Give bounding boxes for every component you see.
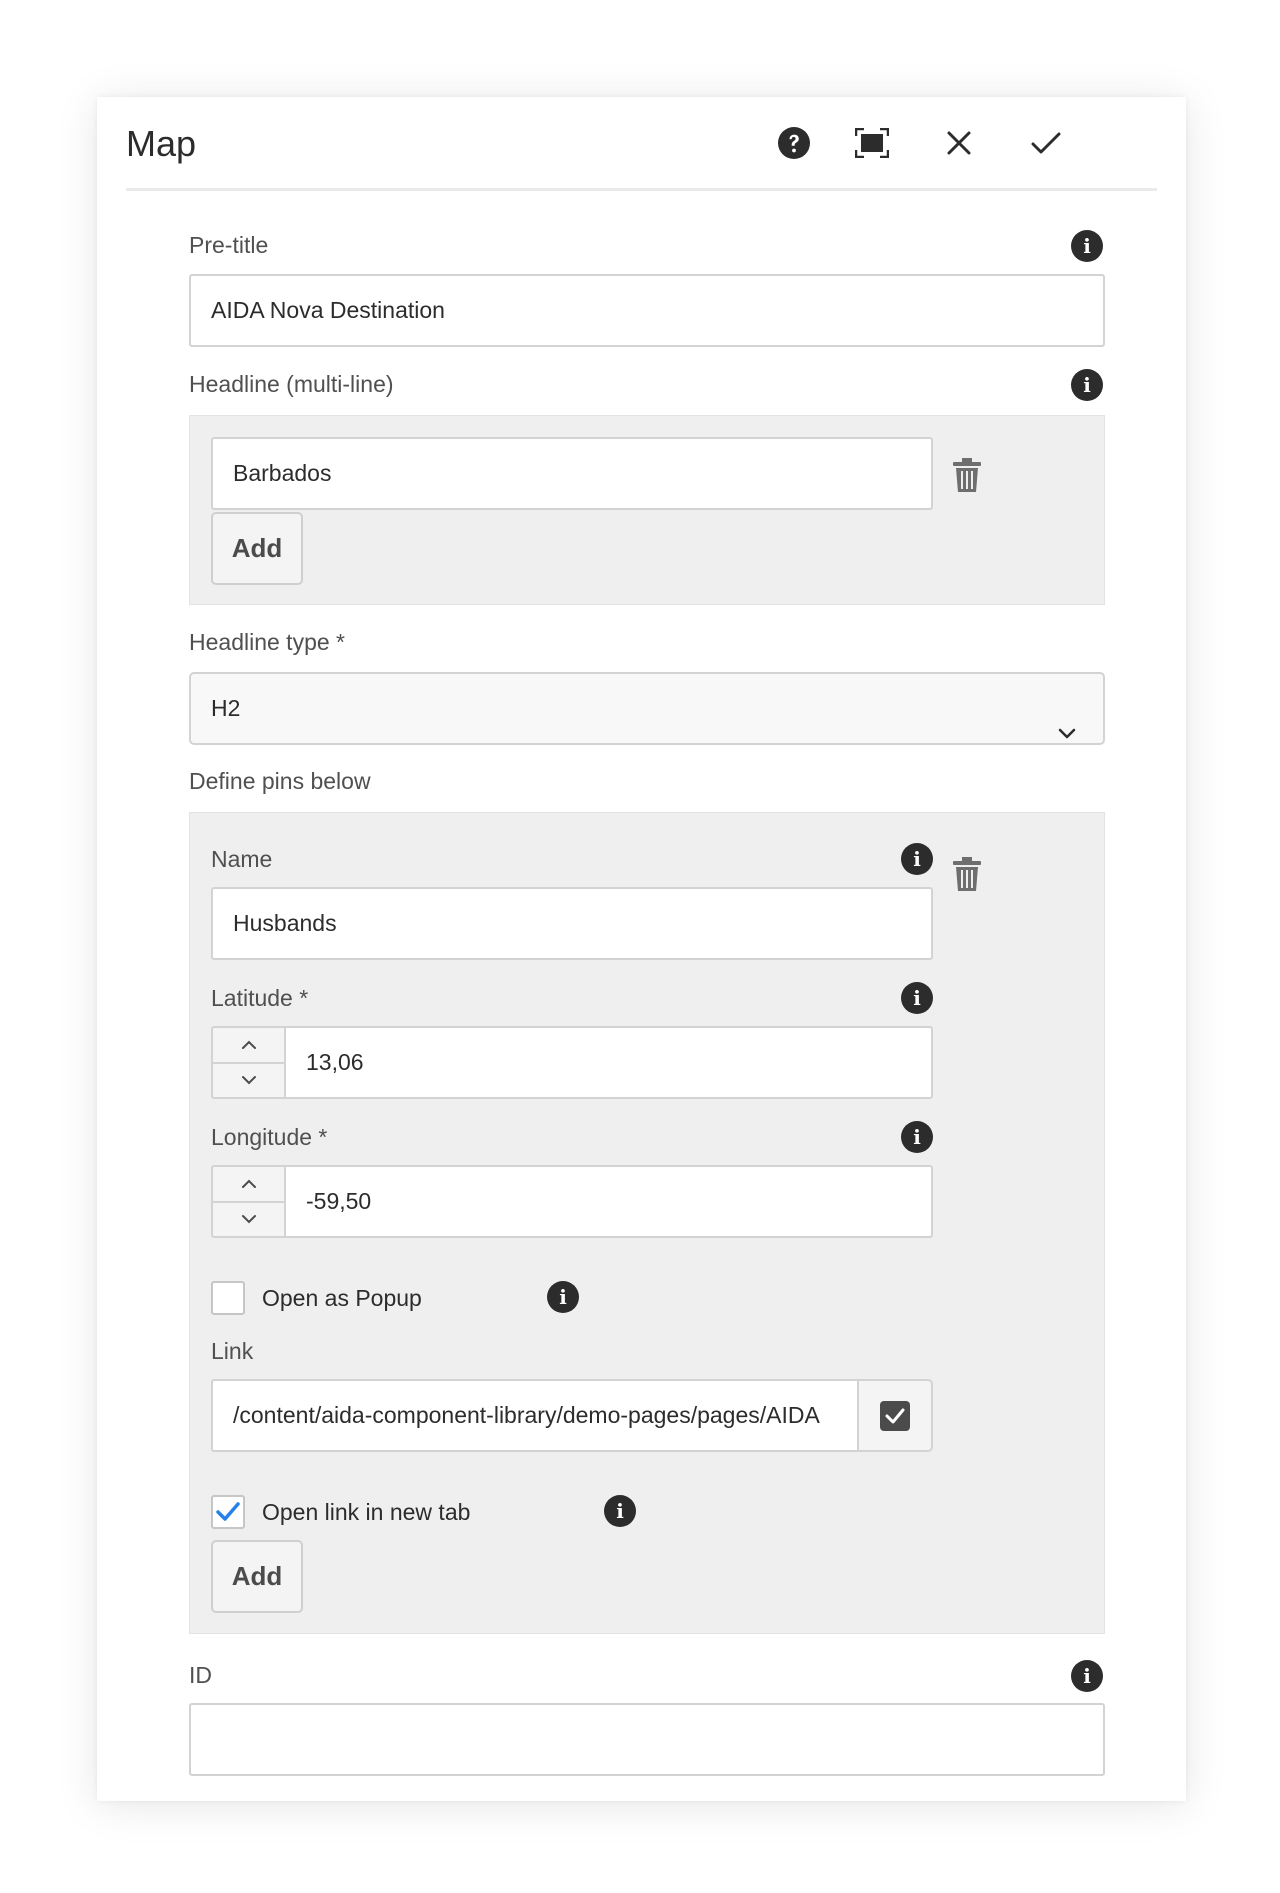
longitude-input[interactable]: -59,50 [284, 1165, 933, 1238]
chevron-down-icon[interactable] [213, 1062, 284, 1096]
chevron-up-icon[interactable] [213, 1028, 284, 1062]
headline-label: Headline (multi-line) [189, 371, 394, 397]
dialog-header: Map [126, 97, 1157, 191]
pin-name-input[interactable]: Husbands [211, 887, 933, 960]
longitude-stepper [211, 1165, 284, 1238]
checkbox-checked-icon [880, 1400, 910, 1431]
chevron-down-icon [1057, 698, 1077, 767]
help-icon[interactable] [774, 123, 814, 163]
close-icon[interactable] [939, 123, 979, 163]
popup-info-icon[interactable]: i [547, 1281, 579, 1313]
headline-info-icon[interactable]: i [1071, 369, 1103, 401]
latitude-info-icon[interactable]: i [901, 982, 933, 1014]
popup-checkbox[interactable] [211, 1281, 245, 1315]
longitude-label: Longitude * [211, 1124, 328, 1150]
longitude-info-icon[interactable]: i [901, 1121, 933, 1153]
headline-delete-icon[interactable] [950, 456, 984, 496]
headline-type-label: Headline type * [189, 629, 345, 655]
checkmark-icon[interactable] [1026, 123, 1066, 163]
dialog-title: Map [126, 123, 197, 164]
link-input[interactable]: /content/aida-component-library/demo-pag… [211, 1379, 859, 1452]
map-dialog: Map Pre-title i AIDA Nova Destination He… [97, 97, 1186, 1801]
headline-item-input[interactable]: Barbados [211, 437, 933, 510]
chevron-up-icon[interactable] [213, 1167, 284, 1201]
headline-type-value: H2 [211, 695, 241, 721]
link-label: Link [211, 1338, 254, 1364]
pins-add-button[interactable]: Add [211, 1540, 303, 1613]
pins-label: Define pins below [189, 768, 371, 794]
pretitle-input[interactable]: AIDA Nova Destination [189, 274, 1105, 347]
pin-name-info-icon[interactable]: i [901, 843, 933, 875]
pins-multifield: Name i Husbands Latitude * i 13,06 Longi… [189, 812, 1105, 1634]
chevron-down-icon[interactable] [213, 1201, 284, 1235]
checkmark-icon [216, 1502, 240, 1521]
headline-type-select[interactable]: H2 [189, 672, 1105, 745]
headline-add-button[interactable]: Add [211, 512, 303, 585]
pretitle-info-icon[interactable]: i [1071, 230, 1103, 262]
path-picker-button[interactable] [857, 1379, 933, 1452]
latitude-stepper [211, 1026, 284, 1099]
headline-multifield: Barbados Add [189, 415, 1105, 605]
popup-label: Open as Popup [262, 1285, 422, 1311]
fullscreen-icon[interactable] [852, 123, 892, 163]
id-input[interactable] [189, 1703, 1105, 1776]
newtab-checkbox[interactable] [211, 1495, 245, 1529]
pretitle-label: Pre-title [189, 232, 269, 258]
latitude-label: Latitude * [211, 985, 309, 1011]
id-info-icon[interactable]: i [1071, 1660, 1103, 1692]
pin-name-label: Name [211, 846, 273, 872]
newtab-info-icon[interactable]: i [604, 1495, 636, 1527]
latitude-input[interactable]: 13,06 [284, 1026, 933, 1099]
pin-delete-icon[interactable] [950, 855, 984, 895]
id-label: ID [189, 1662, 212, 1688]
newtab-label: Open link in new tab [262, 1499, 471, 1525]
